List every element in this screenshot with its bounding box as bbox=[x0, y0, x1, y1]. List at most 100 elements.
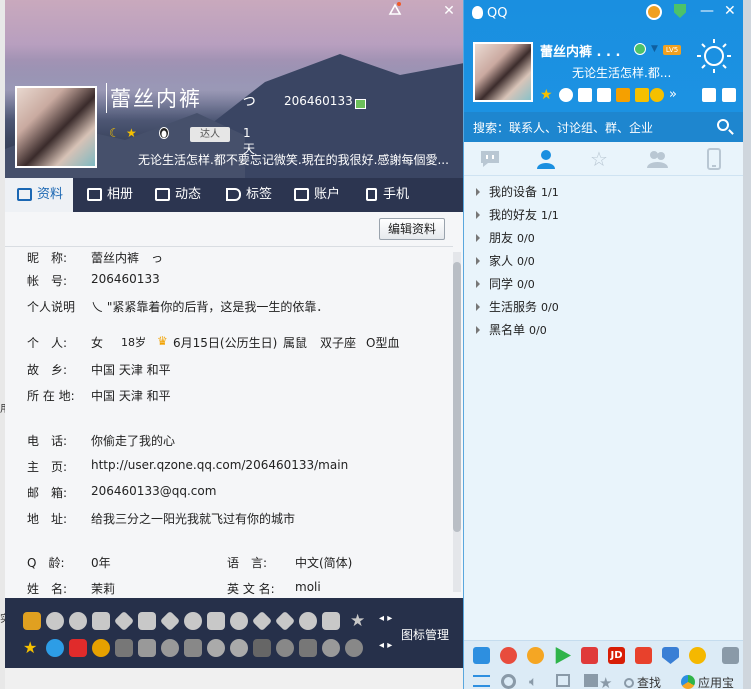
arrows-icon[interactable]: ◂ ▸ bbox=[379, 640, 392, 651]
settings-icon[interactable] bbox=[501, 674, 516, 689]
tab-profile[interactable]: 资料 bbox=[5, 178, 73, 212]
star-icon[interactable]: ★ bbox=[126, 126, 137, 140]
group-friends[interactable]: 朋友 0/0 bbox=[476, 229, 535, 247]
star-icon[interactable]: ★ bbox=[23, 639, 41, 657]
profile-signature[interactable]: 无论生活怎样.都不要忘记微笑.現在的我很好.感謝每個愛... bbox=[138, 151, 458, 168]
group-life-services[interactable]: 生活服务 0/0 bbox=[476, 298, 559, 316]
file-icon[interactable] bbox=[584, 674, 598, 687]
game-icon[interactable] bbox=[650, 88, 664, 102]
paw-icon[interactable] bbox=[322, 639, 340, 657]
gift-icon[interactable] bbox=[635, 88, 649, 102]
diamond-icon[interactable] bbox=[274, 610, 296, 632]
globe-icon[interactable] bbox=[276, 639, 294, 657]
volume-icon[interactable]: 🔈︎ bbox=[529, 674, 537, 689]
app-manager-icon[interactable] bbox=[722, 88, 736, 102]
scrollbar-thumb[interactable] bbox=[453, 262, 461, 532]
status-dropdown-icon[interactable]: ▼ bbox=[651, 44, 658, 54]
profile-nickname[interactable]: 蕾丝内裤 bbox=[106, 83, 202, 113]
search-input[interactable]: 搜索：联系人、讨论组、群、企业 bbox=[473, 119, 653, 136]
qq-close-button[interactable]: ✕ bbox=[724, 3, 736, 19]
mailbox-icon[interactable] bbox=[556, 674, 570, 687]
talent-badge[interactable]: 达人 bbox=[190, 127, 230, 142]
tab-groups[interactable] bbox=[646, 148, 668, 170]
lottery-icon[interactable] bbox=[635, 647, 652, 664]
profile-avatar[interactable] bbox=[15, 86, 97, 168]
security-icon[interactable] bbox=[674, 4, 686, 18]
qq-music-icon[interactable] bbox=[527, 647, 544, 664]
minimize-button[interactable]: — bbox=[700, 3, 714, 19]
more-icon[interactable]: » bbox=[669, 88, 683, 102]
grid-icon[interactable] bbox=[253, 639, 271, 657]
qzone-icon[interactable] bbox=[46, 639, 64, 657]
tencent-news-icon[interactable] bbox=[500, 647, 517, 664]
star-icon[interactable]: ★ bbox=[540, 88, 554, 102]
qzone-icon[interactable] bbox=[559, 88, 573, 102]
tab-account[interactable]: 账户 bbox=[292, 178, 340, 212]
sun-icon[interactable] bbox=[92, 639, 110, 657]
bird-icon[interactable] bbox=[69, 612, 87, 630]
camera-icon[interactable] bbox=[138, 639, 156, 657]
appstore-button[interactable]: 应用宝 bbox=[681, 674, 734, 689]
medal-icon[interactable] bbox=[646, 4, 662, 20]
stock-icon[interactable] bbox=[581, 647, 598, 664]
game-icon[interactable] bbox=[299, 639, 317, 657]
app-icon[interactable] bbox=[115, 639, 133, 657]
find-button[interactable]: 查找 bbox=[624, 674, 661, 689]
moon-icon[interactable]: ☾ bbox=[109, 126, 120, 140]
skin-icon[interactable] bbox=[702, 88, 716, 102]
profile-close-button[interactable]: ✕ bbox=[439, 2, 459, 20]
tab-recent-chat[interactable] bbox=[479, 148, 501, 170]
group-blacklist[interactable]: 黑名单 0/0 bbox=[476, 321, 547, 339]
mail-icon[interactable] bbox=[578, 88, 592, 102]
cart-icon[interactable] bbox=[616, 88, 630, 102]
diamond-icon[interactable] bbox=[159, 610, 181, 632]
jd-icon[interactable]: JD bbox=[608, 647, 625, 664]
pet-icon[interactable] bbox=[689, 647, 706, 664]
pet-icon[interactable] bbox=[69, 639, 87, 657]
homepage-link[interactable]: http://user.qzone.qq.com/206460133/main bbox=[91, 458, 348, 472]
tab-phone[interactable]: 手机 bbox=[361, 178, 409, 212]
tab-favorites[interactable]: ☆ bbox=[590, 147, 608, 171]
shield-icon[interactable] bbox=[207, 612, 225, 630]
weather-sun-icon[interactable] bbox=[696, 38, 732, 74]
qq-nickname[interactable]: 蕾丝内裤 . . . bbox=[540, 41, 620, 60]
profile-menu-button[interactable] bbox=[385, 2, 405, 20]
tab-album[interactable]: 相册 bbox=[85, 178, 133, 212]
main-menu-icon[interactable] bbox=[473, 675, 490, 687]
gem-icon[interactable] bbox=[230, 612, 248, 630]
edu-icon[interactable] bbox=[473, 647, 490, 664]
security-manager-icon[interactable] bbox=[662, 647, 679, 664]
favorite-icon[interactable]: ★ bbox=[599, 674, 612, 689]
gem-icon[interactable] bbox=[184, 612, 202, 630]
search-icon[interactable] bbox=[717, 119, 729, 131]
gem-icon[interactable] bbox=[299, 612, 317, 630]
group-classmates[interactable]: 同学 0/0 bbox=[476, 275, 535, 293]
cap-icon[interactable] bbox=[184, 639, 202, 657]
qq-signature[interactable]: 无论生活怎样.都... bbox=[572, 64, 671, 81]
tab-feed[interactable]: 动态 bbox=[153, 178, 201, 212]
tab-tags[interactable]: 标签 bbox=[224, 178, 272, 212]
trophy-icon[interactable] bbox=[92, 612, 110, 630]
photo-icon[interactable] bbox=[597, 88, 611, 102]
penguin-icon[interactable] bbox=[158, 126, 170, 142]
shield-icon[interactable] bbox=[322, 612, 340, 630]
shield-icon[interactable] bbox=[345, 639, 363, 657]
group-family[interactable]: 家人 0/0 bbox=[476, 252, 535, 270]
diamond-icon[interactable] bbox=[251, 610, 273, 632]
qq-search-bar[interactable]: 搜索：联系人、讨论组、群、企业 bbox=[464, 112, 743, 142]
star-icon[interactable]: ★ bbox=[350, 612, 368, 630]
group-my-friends[interactable]: 我的好友 1/1 bbox=[476, 206, 559, 224]
level-badge[interactable]: LV5 bbox=[663, 45, 681, 55]
video-play-icon[interactable] bbox=[555, 647, 571, 664]
icon-manage-link[interactable]: 图标管理 bbox=[401, 626, 449, 643]
arrows-icon[interactable]: ◂ ▸ bbox=[379, 613, 392, 624]
chat-icon[interactable] bbox=[161, 639, 179, 657]
diamond-icon[interactable] bbox=[113, 610, 135, 632]
crown-icon[interactable] bbox=[138, 612, 156, 630]
online-status-icon[interactable] bbox=[634, 43, 646, 55]
grid-icon[interactable] bbox=[722, 647, 739, 664]
heart-icon[interactable] bbox=[46, 612, 64, 630]
shield-icon[interactable] bbox=[207, 639, 225, 657]
edit-profile-button[interactable]: 编辑资料 bbox=[379, 218, 445, 240]
card-icon[interactable] bbox=[355, 99, 366, 109]
